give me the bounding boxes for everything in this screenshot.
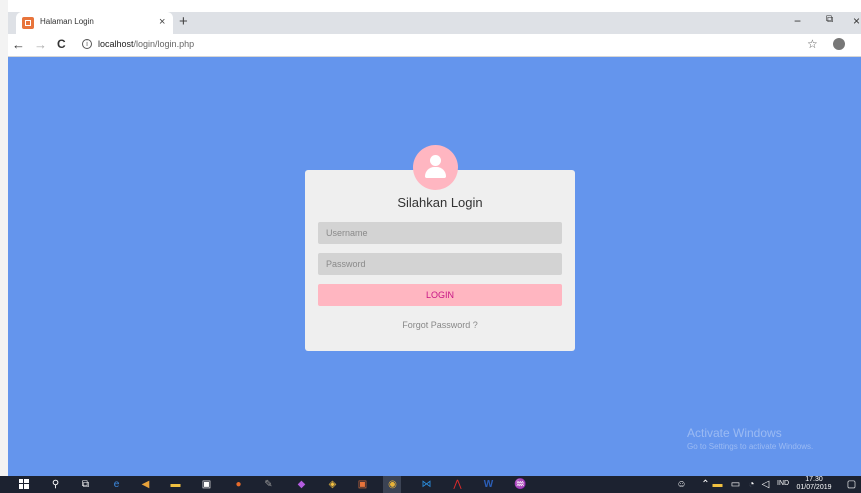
volume-icon[interactable]: ◁ — [760, 479, 771, 490]
user-avatar-icon — [413, 145, 458, 190]
restore-icon[interactable]: ⧉ — [826, 14, 833, 25]
input-language[interactable]: IND — [777, 480, 789, 487]
password-input[interactable] — [318, 253, 562, 275]
site-favicon-icon — [22, 17, 34, 29]
search-icon[interactable]: ⚲ — [50, 479, 61, 490]
file-explorer-icon[interactable]: ▬ — [170, 479, 181, 490]
edge-browser-icon[interactable]: e — [111, 479, 122, 490]
login-button[interactable]: LOGIN — [318, 284, 562, 306]
login-title: Silahkan Login — [397, 195, 483, 210]
window-left-edge — [0, 0, 8, 476]
system-clock[interactable]: 17.30 01/07/2019 — [794, 476, 834, 492]
battery-icon[interactable]: ▭ — [730, 479, 741, 490]
word-icon[interactable]: W — [483, 479, 494, 490]
vscode-icon[interactable]: ⋈ — [421, 479, 432, 490]
url-path: /login/login.php — [133, 39, 195, 49]
firefox-icon[interactable]: ● — [233, 479, 244, 490]
url-field[interactable]: localhost/login/login.php — [98, 39, 194, 49]
windows-taskbar: ⚲ ⧉ e ◀ ▬ ▣ ● ✎ ◆ ◈ ▣ ◉ ⋈ ⋀ W ♒ ☺ ⌃ ▬ ▭ … — [0, 476, 861, 493]
tab-close-icon[interactable]: × — [159, 15, 165, 29]
browser-menu-icon[interactable]: ⋮ — [857, 37, 861, 50]
bookmark-star-icon[interactable]: ☆ — [807, 37, 818, 51]
start-windows-icon[interactable] — [18, 479, 29, 490]
sublime-text-icon[interactable]: ◈ — [327, 479, 338, 490]
task-view-icon[interactable]: ⧉ — [80, 479, 91, 490]
new-tab-icon[interactable]: + — [179, 14, 188, 30]
login-card: Silahkan Login LOGIN Forgot Password ? — [305, 170, 575, 351]
xampp-icon[interactable]: ▣ — [357, 479, 368, 490]
tray-chevron-icon[interactable]: ⌃ — [700, 479, 711, 490]
watermark-subtitle: Go to Settings to activate Windows. — [687, 442, 814, 451]
page-viewport: Silahkan Login LOGIN Forgot Password ? A… — [8, 57, 861, 476]
acrobat-icon[interactable]: ⋀ — [452, 479, 463, 490]
avatar-body-shape — [425, 167, 446, 178]
gem-app-icon[interactable]: ◆ — [296, 479, 307, 490]
url-host: localhost — [98, 39, 134, 49]
flag-app-icon[interactable]: ◀ — [140, 479, 151, 490]
reload-icon[interactable]: C — [57, 37, 66, 51]
paint-brush-icon[interactable]: ✎ — [263, 479, 274, 490]
address-toolbar: ← → C i localhost/login/login.php ☆ ⋮ — [8, 34, 861, 57]
app-red-icon[interactable]: ♒ — [514, 479, 526, 490]
tab-bar: Halaman Login × + − ⧉ × — [8, 12, 861, 34]
store-bag-icon[interactable]: ▣ — [201, 479, 212, 490]
site-info-icon[interactable]: i — [82, 39, 92, 49]
window-close-icon[interactable]: × — [853, 14, 860, 28]
watermark-title: Activate Windows — [687, 426, 782, 440]
clock-time: 17.30 — [805, 476, 823, 483]
forgot-password-link[interactable]: Forgot Password ? — [305, 320, 575, 330]
tab-title: Halaman Login — [40, 17, 94, 26]
browser-tab[interactable]: Halaman Login × — [16, 12, 173, 34]
minimize-icon[interactable]: − — [794, 14, 801, 28]
clock-date: 01/07/2019 — [796, 484, 832, 491]
wifi-icon[interactable]: ◔ — [746, 479, 757, 490]
username-input[interactable] — [318, 222, 562, 244]
profile-avatar-icon[interactable] — [833, 38, 845, 50]
notification-icon[interactable]: ▢ — [846, 479, 857, 490]
people-icon[interactable]: ☺ — [676, 479, 687, 490]
tray-folder-icon[interactable]: ▬ — [712, 479, 723, 490]
forward-arrow-icon[interactable]: → — [34, 37, 47, 52]
chrome-icon[interactable]: ◉ — [387, 479, 398, 490]
avatar-head-shape — [430, 155, 441, 166]
back-arrow-icon[interactable]: ← — [12, 37, 25, 52]
activate-windows-watermark: Activate Windows Go to Settings to activ… — [687, 426, 813, 451]
